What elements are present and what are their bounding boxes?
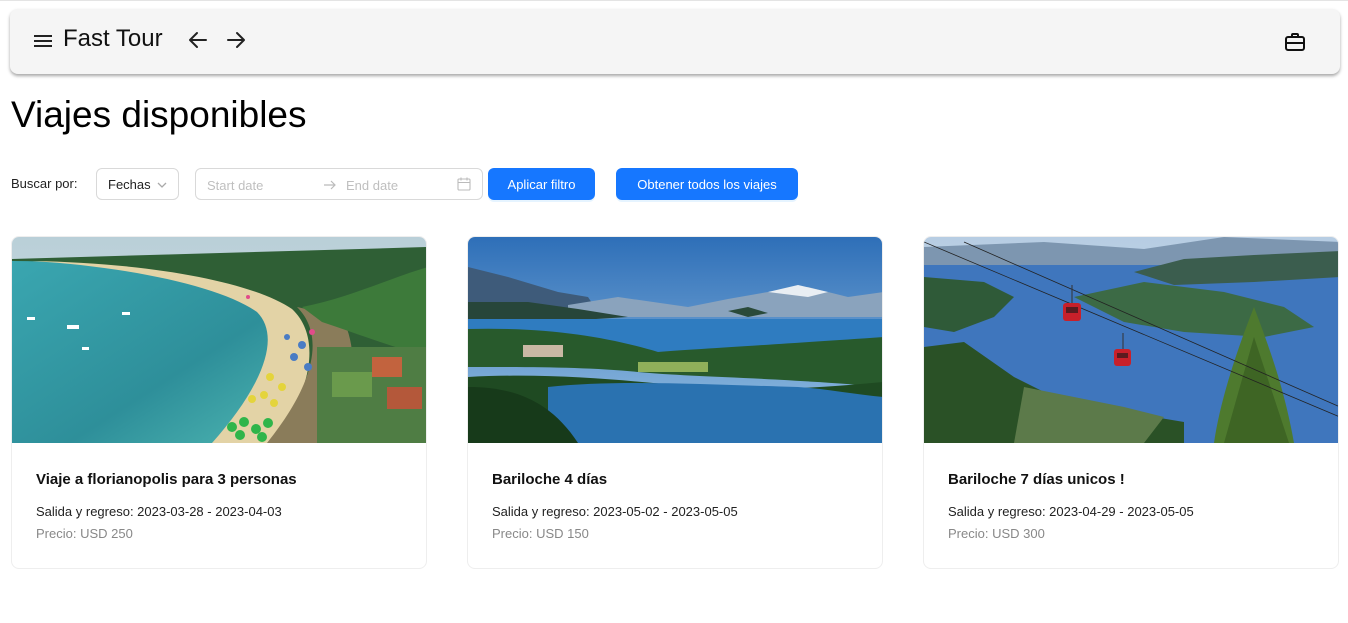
app-title: Fast Tour bbox=[63, 25, 163, 52]
arrow-left-icon[interactable] bbox=[186, 28, 210, 52]
chevron-down-icon bbox=[157, 182, 167, 188]
trip-title: Viaje a florianopolis para 3 personas bbox=[36, 471, 297, 488]
briefcase-icon[interactable] bbox=[1283, 30, 1307, 54]
arrow-right-icon[interactable] bbox=[224, 28, 248, 52]
filter-mode-value: Fechas bbox=[108, 177, 151, 192]
filter-label: Buscar por: bbox=[11, 176, 78, 191]
filter-mode-select[interactable]: Fechas bbox=[96, 168, 179, 200]
trip-dates: Salida y regreso: 2023-04-29 - 2023-05-0… bbox=[948, 504, 1194, 519]
trip-image-cable-car bbox=[924, 237, 1338, 443]
trip-title: Bariloche 7 días unicos ! bbox=[948, 471, 1125, 488]
top-border bbox=[0, 0, 1348, 1]
apply-filter-button[interactable]: Aplicar filtro bbox=[488, 168, 595, 200]
trip-image-lake bbox=[468, 237, 882, 443]
page-title: Viajes disponibles bbox=[11, 94, 307, 135]
start-date-input[interactable] bbox=[207, 175, 317, 195]
trip-price: Precio: USD 250 bbox=[36, 526, 133, 541]
trip-dates: Salida y regreso: 2023-05-02 - 2023-05-0… bbox=[492, 504, 738, 519]
trip-card[interactable]: Bariloche 7 días unicos ! Salida y regre… bbox=[923, 236, 1339, 569]
trip-card[interactable]: Bariloche 4 días Salida y regreso: 2023-… bbox=[467, 236, 883, 569]
trip-dates: Salida y regreso: 2023-03-28 - 2023-04-0… bbox=[36, 504, 282, 519]
calendar-icon[interactable] bbox=[457, 177, 471, 191]
get-all-trips-button[interactable]: Obtener todos los viajes bbox=[616, 168, 798, 200]
end-date-input[interactable] bbox=[346, 175, 451, 195]
date-range-picker[interactable] bbox=[195, 168, 483, 200]
arrow-right-icon bbox=[324, 180, 336, 190]
trip-title: Bariloche 4 días bbox=[492, 471, 608, 488]
trip-price: Precio: USD 150 bbox=[492, 526, 589, 541]
app-bar: Fast Tour bbox=[10, 9, 1340, 74]
menu-icon[interactable] bbox=[33, 31, 53, 51]
trip-image-beach bbox=[12, 237, 426, 443]
trip-card[interactable]: Viaje a florianopolis para 3 personas Sa… bbox=[11, 236, 427, 569]
trip-price: Precio: USD 300 bbox=[948, 526, 1045, 541]
